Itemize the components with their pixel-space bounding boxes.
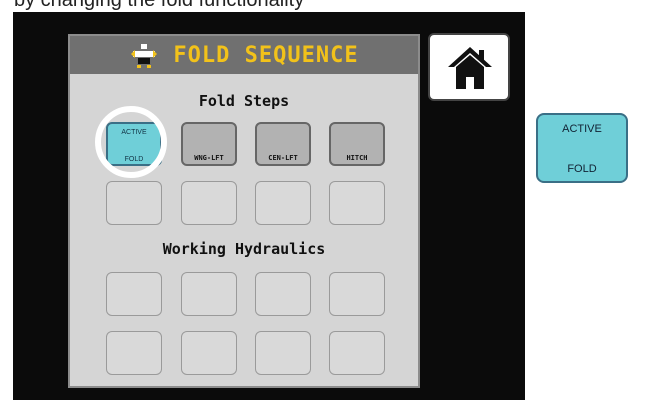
active-fold-callout: ACTIVE FOLD <box>536 113 628 183</box>
fold-step-empty-button[interactable] <box>181 181 237 225</box>
hydraulic-empty-button[interactable] <box>255 272 311 316</box>
fold-step-label: HITCH <box>346 154 368 162</box>
hydraulic-empty-button[interactable] <box>181 331 237 375</box>
fold-step-empty-button[interactable] <box>106 181 162 225</box>
hydraulic-empty-button[interactable] <box>106 331 162 375</box>
page-title: FOLD SEQUENCE <box>173 42 359 68</box>
panel-header: FOLD SEQUENCE <box>68 34 420 74</box>
highlight-circle <box>95 106 167 178</box>
fold-step-hitch-button[interactable]: HITCH <box>329 122 385 166</box>
hydraulic-empty-button[interactable] <box>329 331 385 375</box>
hydraulic-empty-button[interactable] <box>255 331 311 375</box>
fold-step-empty-button[interactable] <box>329 181 385 225</box>
fold-step-wng-lft-button[interactable]: WNG-LFT <box>181 122 237 166</box>
hydraulic-empty-button[interactable] <box>329 272 385 316</box>
home-button[interactable] <box>428 33 510 101</box>
fold-step-empty-button[interactable] <box>255 181 311 225</box>
callout-label-line1: ACTIVE <box>562 123 602 135</box>
hydraulic-empty-button[interactable] <box>106 272 162 316</box>
callout-label-line2: FOLD <box>567 163 597 175</box>
working-hydraulics-title: Working Hydraulics <box>162 240 326 258</box>
fold-implement-icon <box>131 44 158 68</box>
fold-step-label: WNG-LFT <box>194 154 224 162</box>
home-icon <box>448 47 492 89</box>
fold-step-label: CEN-LFT <box>268 154 298 162</box>
fold-step-cen-lft-button[interactable]: CEN-LFT <box>255 122 311 166</box>
hydraulic-empty-button[interactable] <box>181 272 237 316</box>
